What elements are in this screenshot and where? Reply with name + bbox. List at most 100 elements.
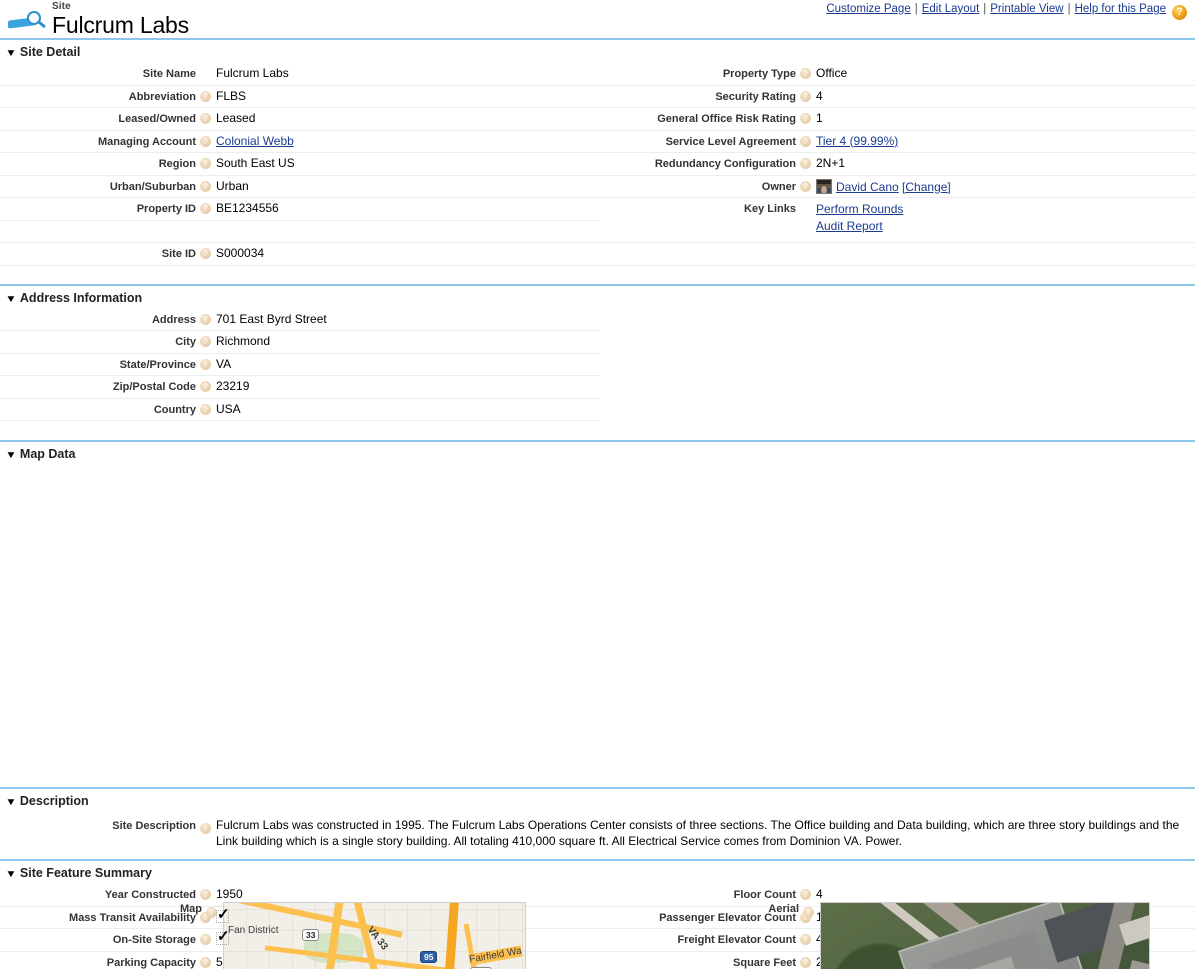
field-property-type: Property Type ? Office	[600, 63, 1195, 85]
help-icon[interactable]: ?	[800, 135, 811, 147]
field-label: Abbreviation	[128, 90, 196, 103]
field-value: Urban	[216, 178, 249, 193]
aerial-map[interactable]: Google nwealth of Virginia, DigitalGlobe…	[820, 902, 1150, 969]
help-icon[interactable]: ?	[200, 889, 211, 900]
owner-change-link[interactable]: [Change]	[902, 180, 951, 194]
edit-layout-link[interactable]: Edit Layout	[922, 3, 980, 15]
link-separator-2: |	[983, 3, 987, 15]
page-title: Fulcrum Labs	[52, 12, 189, 38]
help-icon[interactable]: ?	[200, 158, 211, 169]
help-icon[interactable]: ?	[200, 336, 211, 347]
customize-page-link[interactable]: Customize Page	[826, 3, 910, 15]
field-managing-account: Managing Account ? Colonial Webb	[0, 131, 600, 153]
road-map[interactable]: Fan District Monroe Park Richmond Kanawh…	[223, 902, 526, 969]
field-city: City ? Richmond	[0, 331, 600, 353]
help-icon[interactable]: ?	[200, 823, 211, 834]
field-label: Security Rating	[715, 90, 796, 103]
field-address: Address ? 701 East Byrd Street	[0, 309, 600, 331]
field-label: Year Constructed	[104, 889, 196, 901]
help-icon[interactable]: ?	[800, 113, 811, 124]
help-question-icon[interactable]: ?	[1172, 5, 1187, 20]
table-row: Site ID ? S000034	[0, 243, 1195, 265]
help-icon[interactable]: ?	[200, 358, 211, 370]
help-icon[interactable]: ?	[200, 956, 211, 968]
help-icon[interactable]: ?	[800, 180, 811, 192]
help-icon[interactable]: ?	[200, 248, 211, 259]
help-icon[interactable]: ?	[200, 313, 211, 325]
section-header-site-detail[interactable]: ▼ Site Detail	[0, 38, 1195, 63]
field-label: Service Level Agreement	[665, 135, 796, 148]
field-value: Office	[816, 66, 848, 80]
field-country: Country ? USA	[0, 399, 600, 421]
collapse-caret-icon: ▼	[5, 869, 17, 880]
help-icon[interactable]: ?	[803, 907, 814, 918]
field-value: 2N+1	[816, 156, 846, 170]
field-label: Redundancy Configuration	[654, 158, 796, 170]
help-icon[interactable]: ?	[800, 90, 811, 102]
aerial-field-label: Aerial	[768, 903, 799, 915]
field-value: 4	[816, 88, 823, 103]
map-field-label: Map	[180, 903, 202, 915]
field-redundancy-configuration: Redundancy Configuration ? 2N+1	[600, 153, 1195, 175]
sla-link[interactable]: Tier 4 (99.99%)	[816, 134, 898, 148]
help-icon-placeholder	[800, 203, 811, 214]
help-icon[interactable]: ?	[200, 135, 211, 147]
field-value: USA	[216, 401, 241, 416]
field-value: Fulcrum Labs	[216, 66, 289, 80]
field-label: Country	[153, 403, 196, 416]
help-icon[interactable]: ?	[200, 381, 211, 392]
table-row: Region ? South East US Redundancy Config…	[0, 153, 1195, 175]
page-header: Site Fulcrum Labs Customize Page | Edit La…	[0, 0, 1195, 38]
help-icon[interactable]: ?	[200, 90, 211, 102]
link-separator-3: |	[1067, 3, 1071, 15]
field-label: Leased/Owned	[118, 113, 196, 125]
help-icon[interactable]: ?	[800, 956, 811, 968]
field-label: Site Description	[112, 820, 196, 832]
table-row: Address ? 701 East Byrd Street	[0, 308, 1195, 331]
field-value: 1	[816, 111, 823, 125]
field-label: General Office Risk Rating	[657, 113, 796, 125]
field-label: Floor Count	[733, 889, 796, 901]
printable-view-link[interactable]: Printable View	[990, 3, 1063, 15]
route-shield: 95	[420, 951, 438, 963]
collapse-caret-icon: ▼	[5, 48, 17, 59]
field-label: Urban/Suburban	[109, 180, 196, 193]
field-site-id: Site ID ? S000034	[0, 243, 600, 265]
field-label: Owner	[761, 180, 796, 193]
avatar	[816, 178, 832, 194]
section-header-description[interactable]: ▼ Description	[0, 787, 1195, 812]
field-key-links: Key Links Perform Rounds Audit Report	[600, 198, 1195, 233]
help-icon-placeholder	[200, 68, 211, 79]
site-magnifier-icon	[8, 6, 50, 36]
field-value: VA	[216, 356, 232, 371]
help-icon[interactable]: ?	[200, 203, 211, 214]
help-icon[interactable]: ?	[200, 934, 211, 945]
help-icon[interactable]: ?	[800, 158, 811, 169]
help-icon[interactable]: ?	[800, 68, 811, 79]
field-value: 701 East Byrd Street	[216, 311, 327, 326]
help-icon[interactable]: ?	[800, 934, 811, 945]
field-value: 4	[816, 887, 823, 901]
field-label: Square Feet	[733, 956, 796, 969]
help-icon[interactable]: ?	[200, 180, 211, 192]
help-for-this-page-link[interactable]: Help for this Page	[1075, 3, 1166, 15]
help-icon[interactable]: ?	[200, 113, 211, 124]
field-leased-owned: Leased/Owned ? Leased	[0, 108, 600, 130]
owner-link[interactable]: David Cano	[836, 180, 899, 194]
audit-report-link[interactable]: Audit Report	[816, 219, 883, 233]
section-header-site-feature-summary[interactable]: ▼ Site Feature Summary	[0, 859, 1195, 884]
help-icon[interactable]: ?	[800, 889, 811, 900]
help-icon[interactable]: ?	[200, 403, 211, 415]
field-zip-postal-code: Zip/Postal Code ? 23219	[0, 376, 600, 398]
field-label: Property ID	[136, 203, 196, 215]
perform-rounds-link[interactable]: Perform Rounds	[816, 202, 903, 216]
table-row: Site Name Fulcrum Labs Property Type ? O…	[0, 63, 1195, 85]
map-data-area: Map ? Fan District Monroe Park Richmond …	[0, 465, 1195, 969]
section-header-map-data[interactable]: ▼ Map Data	[0, 440, 1195, 465]
section-header-address-information[interactable]: ▼ Address Information	[0, 283, 1195, 309]
field-label: Site ID	[161, 248, 196, 260]
table-row: Urban/Suburban ? Urban Owner ? David Can…	[0, 175, 1195, 198]
field-value: BE1234556	[216, 201, 279, 215]
managing-account-link[interactable]: Colonial Webb	[216, 134, 294, 148]
field-value: S000034	[216, 246, 265, 260]
